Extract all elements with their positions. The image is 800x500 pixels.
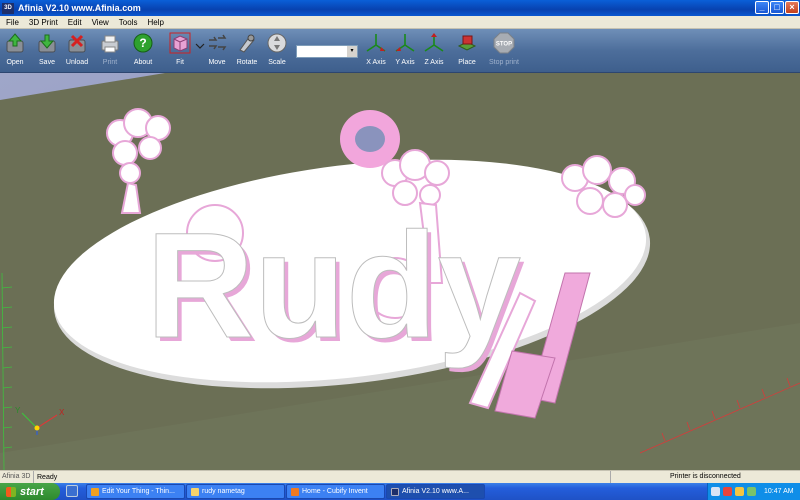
print-label: Print [102, 59, 118, 66]
status-message: Ready [37, 473, 58, 481]
scale-icon [267, 33, 287, 53]
chevron-down-icon[interactable]: ▾ [347, 46, 357, 57]
volume-tray-icon[interactable] [747, 487, 756, 496]
menu-view[interactable]: View [92, 18, 109, 27]
model-text[interactable]: Rudy [146, 201, 522, 370]
save-label: Save [39, 59, 55, 66]
show-desktop-icon[interactable] [66, 485, 78, 497]
menu-3d-print[interactable]: 3D Print [29, 18, 58, 27]
rotate-icon [239, 34, 255, 53]
help-icon: ? [133, 33, 153, 53]
fit-button[interactable]: Fit [165, 32, 195, 70]
printer-icon [101, 35, 119, 53]
app-window: 3D Afinia V2.10 www.Afinia.com _ □ × Fil… [0, 0, 800, 483]
help-tray-icon[interactable] [711, 487, 720, 496]
task-cubify-invent[interactable]: Home - Cubify Invent [286, 484, 385, 499]
web-page-icon [291, 487, 299, 496]
windows-logo-icon [6, 486, 16, 497]
rotate-button[interactable]: Rotate [232, 32, 262, 70]
menu-file[interactable]: File [6, 18, 19, 27]
z-axis-icon [424, 33, 444, 52]
folder-icon [191, 487, 199, 496]
place-icon [457, 35, 477, 51]
move-button[interactable]: Move [202, 32, 232, 70]
about-button[interactable]: ? About [128, 32, 158, 70]
scale-button[interactable]: Scale [262, 32, 292, 70]
afinia-icon [391, 487, 399, 496]
model-canvas[interactable]: Rudy Rudy X Y [0, 73, 800, 470]
unload-label: Unload [65, 59, 89, 66]
3d-viewport[interactable]: Rudy Rudy X Y [0, 73, 800, 470]
print-button[interactable]: Print [95, 32, 125, 70]
z-axis-label: Z Axis [424, 59, 444, 66]
axis-x-label: X [59, 408, 65, 417]
start-label: start [20, 485, 44, 498]
status-app-name: Afinia 3D [0, 471, 34, 483]
clock: 10:47 AM [764, 488, 794, 495]
printer-status: Printer is disconnected [610, 471, 800, 483]
app-icon: 3D [2, 2, 14, 14]
taskbar: start Edit Your Thing - Thin... rudy nam… [0, 483, 800, 500]
z-axis-button[interactable]: Z Axis [419, 32, 449, 70]
x-axis-label: X Axis [366, 59, 386, 66]
system-tray: 10:47 AM [707, 483, 800, 500]
stop-icon-text: STOP [496, 42, 512, 48]
view-select[interactable]: ▾ [296, 45, 358, 58]
fit-cube-icon [169, 32, 191, 54]
network-tray-icon[interactable] [735, 487, 744, 496]
y-axis-button[interactable]: Y Axis [390, 32, 420, 70]
save-icon [38, 34, 56, 53]
stop-print-label: Stop print [489, 59, 519, 66]
menu-tools[interactable]: Tools [119, 18, 138, 27]
move-label: Move [208, 59, 226, 66]
menu-edit[interactable]: Edit [68, 18, 82, 27]
menu-help[interactable]: Help [147, 18, 163, 27]
y-axis-icon [395, 34, 415, 52]
rotate-label: Rotate [236, 59, 258, 66]
unload-button[interactable]: Unload [62, 32, 92, 70]
close-button[interactable]: × [785, 1, 799, 14]
toolbar: Open Save Unload Print ? About Fit Move … [0, 29, 800, 73]
browser-icon [91, 487, 99, 496]
x-axis-button[interactable]: X Axis [361, 32, 391, 70]
x-axis-icon [366, 34, 386, 52]
about-label: About [133, 59, 153, 66]
task-label: Edit Your Thing - Thin... [102, 488, 175, 495]
unload-icon [68, 34, 86, 53]
move-icon [209, 34, 227, 51]
task-edit-your-thing[interactable]: Edit Your Thing - Thin... [86, 484, 185, 499]
menu-bar: File 3D Print Edit View Tools Help [0, 16, 800, 29]
title-bar[interactable]: 3D Afinia V2.10 www.Afinia.com _ □ × [0, 0, 800, 16]
y-axis-label: Y Axis [395, 59, 415, 66]
security-tray-icon[interactable] [723, 487, 732, 496]
maximize-button[interactable]: □ [770, 1, 784, 14]
open-button[interactable]: Open [0, 32, 30, 70]
place-button[interactable]: Place [452, 32, 482, 70]
save-button[interactable]: Save [32, 32, 62, 70]
window-title: Afinia V2.10 www.Afinia.com [18, 3, 141, 13]
fit-label: Fit [176, 59, 184, 66]
minimize-button[interactable]: _ [755, 1, 769, 14]
stop-icon: STOP [493, 32, 515, 54]
task-rudy-nametag[interactable]: rudy nametag [186, 484, 285, 499]
task-afinia[interactable]: Afinia V2.10 www.A... [386, 484, 485, 499]
stop-print-button[interactable]: STOP Stop print [488, 32, 520, 70]
scale-label: Scale [268, 59, 286, 66]
status-bar: Afinia 3D Ready Printer is disconnected [0, 470, 800, 483]
svg-text:?: ? [139, 36, 146, 50]
open-icon [6, 33, 24, 53]
task-label: Afinia V2.10 www.A... [402, 488, 469, 495]
start-button[interactable]: start [0, 483, 60, 500]
task-label: rudy nametag [202, 488, 245, 495]
open-label: Open [6, 59, 24, 66]
axis-y-label: Y [15, 406, 21, 415]
place-label: Place [458, 59, 476, 66]
task-label: Home - Cubify Invent [302, 488, 368, 495]
